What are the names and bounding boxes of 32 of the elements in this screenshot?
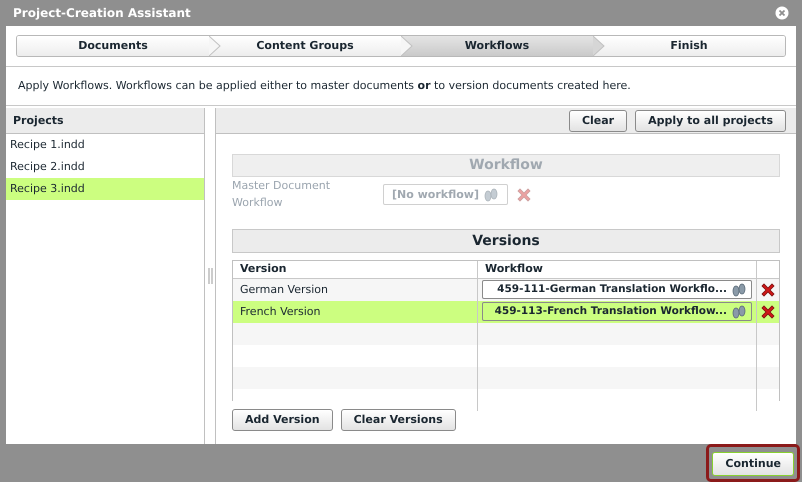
panel-header: Projects [6, 108, 204, 134]
column-header: Workflow [478, 261, 757, 278]
window-title: Project-Creation Assistant [13, 4, 191, 22]
splitter-handle-icon[interactable] [208, 268, 212, 284]
wizard-step[interactable]: Finish [593, 36, 785, 56]
project-item[interactable]: Recipe 2.indd [6, 156, 204, 178]
toolbar-button[interactable]: Clear [568, 110, 628, 132]
wizard-step[interactable]: Workflows [401, 36, 593, 56]
delete-icon[interactable] [759, 280, 777, 299]
section-header: Workflow [232, 154, 780, 178]
continue-button[interactable]: Continue [712, 452, 794, 476]
delete-icon[interactable] [759, 302, 777, 321]
column-header: Version [233, 261, 478, 278]
close-icon[interactable] [775, 6, 789, 20]
field-label: Master Document Workflow [232, 178, 332, 211]
project-item[interactable]: Recipe 1.indd [6, 134, 204, 156]
version-button[interactable]: Add Version [232, 409, 333, 432]
workflow-field[interactable]: 459-113-French Translation Workflow... [482, 302, 752, 322]
toolbar-button[interactable]: Apply to all projects [635, 110, 786, 132]
project-item[interactable]: Recipe 3.indd [6, 178, 204, 200]
workflow-field[interactable]: 459-111-German Translation Workflo... [482, 280, 752, 300]
table-cell-text: German Version [240, 282, 328, 298]
footprints-icon [482, 188, 499, 202]
table-row[interactable]: German Version 459-111-German Translation Workflo... [233, 278, 779, 301]
footprints-icon [731, 304, 747, 319]
section-header: Versions [232, 229, 780, 254]
description-text: Apply Workflows. Workflows can be applied either to master documents or to version documents created here. [6, 66, 796, 106]
footprints-icon [731, 282, 747, 297]
table-cell-text: French Version [240, 304, 321, 320]
version-button[interactable]: Clear Versions [340, 409, 456, 432]
wizard-step[interactable]: Documents [17, 36, 209, 56]
table-row[interactable]: French Version 459-113-French Translation Workflow... [233, 300, 779, 323]
